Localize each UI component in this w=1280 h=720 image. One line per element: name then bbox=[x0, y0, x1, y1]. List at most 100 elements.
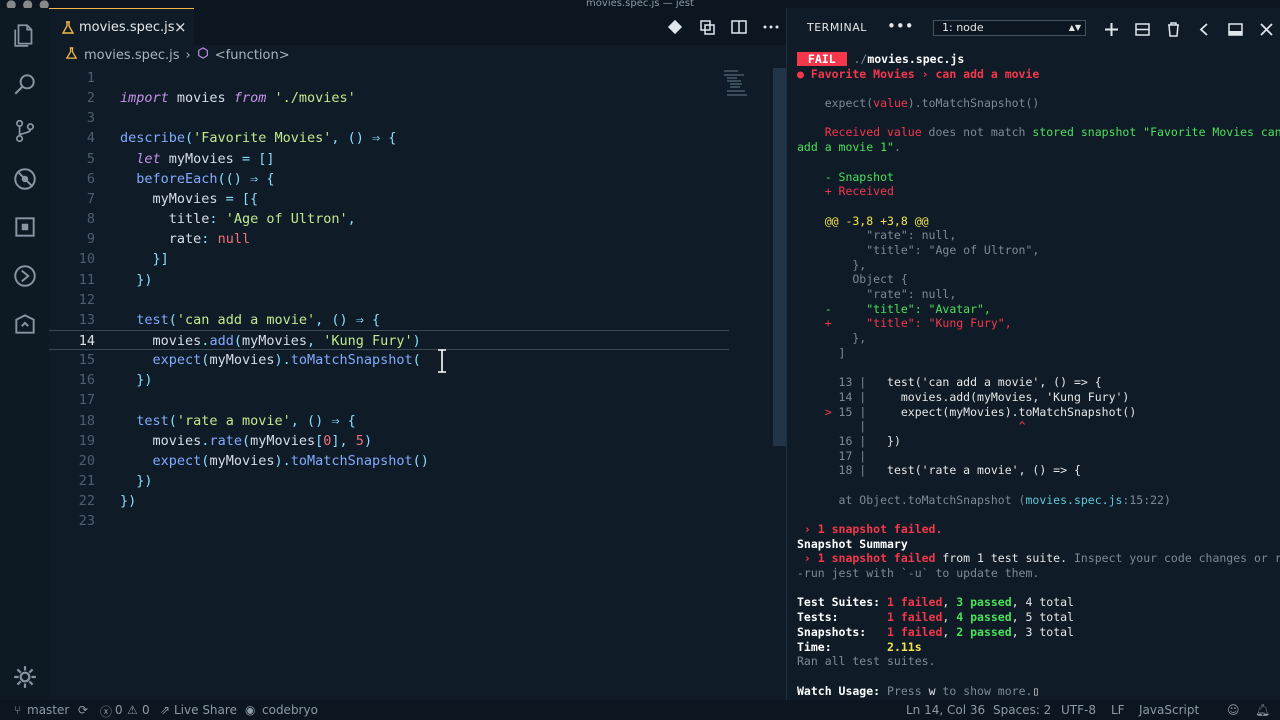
terminal-line: expect(value).toMatchSnapshot() bbox=[797, 96, 1277, 111]
source-control-icon[interactable] bbox=[12, 118, 38, 144]
code-token: myMovies bbox=[152, 190, 226, 207]
code-line[interactable]: 10 }] bbox=[49, 249, 729, 269]
code-text: beforeEach(() ⇒ { bbox=[120, 169, 274, 189]
maximize-panel-icon[interactable] bbox=[1227, 21, 1244, 38]
terminal-line: -run jest with `-u` to update them. bbox=[797, 566, 1277, 581]
tab-movies-spec[interactable]: movies.spec.js × bbox=[49, 8, 194, 45]
terminal-line: "rate": null, bbox=[797, 228, 1277, 243]
account-icon: ◉ bbox=[245, 703, 256, 717]
code-text: expect(myMovies).toMatchSnapshot( bbox=[120, 350, 421, 370]
code-line[interactable]: 4 describe('Favorite Movies', () ⇒ { bbox=[49, 128, 729, 148]
code-line[interactable]: 18 test('rate a movie', () ⇒ { bbox=[49, 411, 729, 431]
code-line[interactable]: 1 bbox=[49, 68, 729, 88]
extensions-icon[interactable] bbox=[12, 214, 38, 240]
code-text: expect(myMovies).toMatchSnapshot() bbox=[120, 451, 429, 471]
terminal-output[interactable]: FAIL ./movies.spec.js ● Favorite Movies ›… bbox=[797, 52, 1280, 698]
terminal-text: expect( bbox=[797, 96, 874, 111]
close-icon[interactable]: × bbox=[174, 18, 187, 36]
code-token: 'rate a movie' bbox=[176, 412, 291, 429]
live-share-icon[interactable] bbox=[12, 311, 38, 337]
terminal-line: at Object.toMatchSnapshot (movies.spec.j… bbox=[797, 493, 1277, 508]
line-ending[interactable]: LF bbox=[1111, 703, 1125, 717]
code-line[interactable]: 2 import movies from './movies' bbox=[49, 88, 729, 108]
terminal-text: does not match bbox=[921, 125, 1033, 140]
code-line[interactable]: 15 expect(myMovies).toMatchSnapshot( bbox=[49, 350, 729, 370]
code-token: 'Favorite Movies' bbox=[193, 130, 332, 147]
gear-icon[interactable] bbox=[12, 664, 38, 690]
line-number: 13 bbox=[78, 311, 95, 328]
terminal-select-value: 1: node bbox=[942, 21, 984, 34]
indentation[interactable]: Spaces: 2 bbox=[993, 703, 1051, 717]
more-actions-icon[interactable] bbox=[762, 18, 780, 36]
account[interactable]: codebryo bbox=[262, 703, 318, 717]
terminal-select[interactable]: 1: node ▲▼ bbox=[933, 20, 1086, 36]
open-changes-icon[interactable] bbox=[698, 18, 716, 36]
terminal-header: TERMINAL ••• 1: node ▲▼ bbox=[787, 8, 1280, 45]
terminal-text: 2 passed bbox=[956, 624, 1012, 639]
split-terminal-icon[interactable] bbox=[1134, 21, 1151, 38]
code-line[interactable]: 12 bbox=[49, 290, 729, 310]
minimap[interactable] bbox=[724, 68, 756, 98]
code-token: , () ⇒ { bbox=[315, 311, 381, 328]
line-number: 9 bbox=[86, 231, 95, 248]
breadcrumb-file[interactable]: movies.spec.js bbox=[84, 48, 180, 63]
bell-icon[interactable]: 🔔︎ bbox=[1255, 703, 1270, 717]
language-mode[interactable]: JavaScript bbox=[1139, 703, 1199, 717]
live-share[interactable]: Live Share bbox=[174, 703, 237, 717]
search-icon[interactable] bbox=[12, 71, 38, 97]
chevron-left-icon[interactable] bbox=[1196, 21, 1213, 38]
code-line[interactable]: 22}) bbox=[49, 491, 729, 511]
code-token: 5 bbox=[355, 432, 364, 449]
code-token: ], bbox=[331, 432, 356, 449]
code-line[interactable]: 11 }) bbox=[49, 270, 729, 290]
sync-icon[interactable]: ⟳ bbox=[78, 703, 88, 717]
code-line[interactable]: 3 bbox=[49, 108, 729, 128]
code-token: : bbox=[201, 231, 218, 248]
remote-icon[interactable] bbox=[12, 263, 38, 289]
code-line[interactable]: 21 }) bbox=[49, 471, 729, 491]
code-line[interactable]: 17 bbox=[49, 390, 729, 410]
editor-scrollbar[interactable] bbox=[773, 68, 786, 446]
code-line[interactable]: 7 myMovies = [{ bbox=[49, 189, 729, 209]
code-line[interactable]: 23 bbox=[49, 511, 729, 531]
encoding[interactable]: UTF-8 bbox=[1061, 703, 1096, 717]
terminal-line: - "title": "Avatar", bbox=[797, 302, 1277, 317]
code-line[interactable]: 20 expect(myMovies).toMatchSnapshot() bbox=[49, 451, 729, 471]
code-text: }) bbox=[120, 370, 152, 390]
more-icon[interactable]: ••• bbox=[887, 17, 914, 35]
terminal-text: 16 | bbox=[797, 433, 888, 448]
code-token: ( bbox=[412, 352, 421, 369]
code-token: myMovies bbox=[209, 452, 275, 469]
terminal-tab[interactable]: TERMINAL bbox=[807, 21, 867, 34]
line-number: 3 bbox=[86, 110, 95, 127]
plus-icon[interactable] bbox=[1103, 21, 1120, 38]
trash-icon[interactable] bbox=[1165, 21, 1182, 38]
error-count[interactable]: 0 bbox=[115, 703, 123, 717]
git-compare-icon[interactable] bbox=[666, 18, 684, 36]
code-line[interactable]: 16 }) bbox=[49, 370, 729, 390]
tab-label: movies.spec.js bbox=[79, 20, 175, 35]
line-number: 8 bbox=[86, 211, 95, 228]
close-panel-icon[interactable] bbox=[1258, 21, 1275, 38]
code-line[interactable]: 14 movies.add(myMovies, 'Kung Fury') bbox=[49, 329, 729, 350]
smiley-icon[interactable]: ☺ bbox=[1227, 703, 1240, 717]
explorer-icon[interactable] bbox=[12, 22, 38, 48]
code-line[interactable]: 19 movies.rate(myMovies[0], 5) bbox=[49, 431, 729, 451]
code-token: 'Age of Ultron' bbox=[225, 211, 348, 228]
terminal-text: }, bbox=[797, 257, 867, 272]
split-editor-icon[interactable] bbox=[730, 18, 748, 36]
code-line[interactable]: 8 title: 'Age of Ultron', bbox=[49, 209, 729, 229]
git-branch[interactable]: master bbox=[27, 703, 69, 717]
breadcrumb-symbol[interactable]: <function> bbox=[215, 48, 290, 63]
code-line[interactable]: 13 test('can add a movie', () ⇒ { bbox=[49, 310, 729, 330]
code-line[interactable]: 6 beforeEach(() ⇒ { bbox=[49, 169, 729, 189]
terminal-text: ▯ bbox=[1032, 683, 1040, 698]
code-token: toMatchSnapshot bbox=[290, 352, 413, 369]
warning-count[interactable]: 0 bbox=[142, 703, 150, 717]
terminal-text: }, bbox=[797, 331, 867, 346]
code-line[interactable]: 9 rate: null bbox=[49, 229, 729, 249]
debug-icon[interactable] bbox=[12, 166, 38, 192]
cursor-position[interactable]: Ln 14, Col 36 bbox=[906, 703, 985, 717]
code-line[interactable]: 5 let myMovies = [] bbox=[49, 149, 729, 169]
